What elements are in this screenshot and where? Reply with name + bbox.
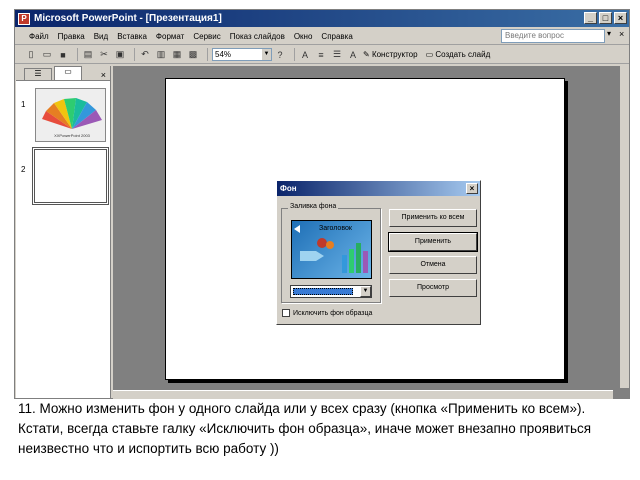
powerpoint-app-icon: P <box>18 12 30 25</box>
group-label: Заливка фона <box>288 203 339 210</box>
menu-tools[interactable]: Сервис <box>193 32 220 41</box>
dialog-close-button[interactable]: × <box>466 183 478 194</box>
chart-icon[interactable]: ▥ <box>155 49 167 61</box>
menu-help[interactable]: Справка <box>321 32 352 41</box>
font-color-icon[interactable]: A <box>347 49 359 61</box>
apply-button[interactable]: Применить <box>388 232 478 252</box>
menu-edit[interactable]: Правка <box>58 32 85 41</box>
thumb-caption: XXPowerPoint 2003 <box>54 133 91 138</box>
zoom-select[interactable]: 54% ▼ <box>212 48 272 61</box>
open-icon[interactable]: ▭ <box>41 49 53 61</box>
menu-format[interactable]: Формат <box>156 32 184 41</box>
new-icon[interactable]: ▯ <box>25 49 37 61</box>
design-label: Конструктор <box>371 50 418 59</box>
minimize-button[interactable]: _ <box>584 12 597 24</box>
tab-slides[interactable]: ▭ <box>54 66 82 80</box>
paste-icon[interactable]: ▣ <box>114 49 126 61</box>
background-fill-group: Заливка фона Заголовок ▼ <box>281 203 381 303</box>
new-slide-label: Создать слайд <box>435 50 491 59</box>
print-icon[interactable]: ▤ <box>82 49 94 61</box>
standard-toolbar: ▯ ▭ ■ ▤ ✂ ▣ ↶ ▥ ▦ ▩ 54% ▼ ? A ≡ ☰ A ✎ Кон… <box>15 46 629 64</box>
save-icon[interactable]: ■ <box>57 49 69 61</box>
slide-number-1: 1 <box>21 100 26 109</box>
menu-view[interactable]: Вид <box>94 32 108 41</box>
horizontal-scrollbar[interactable] <box>113 390 613 399</box>
menu-insert[interactable]: Вставка <box>117 32 147 41</box>
document-close-icon[interactable]: × <box>619 29 624 39</box>
slide-thumbnail-2[interactable] <box>32 147 109 205</box>
exclude-master-checkbox-row[interactable]: Исключить фон образца <box>282 309 372 317</box>
background-preview: Заголовок <box>291 220 372 279</box>
caption-text: 11. Можно изменить фон у одного слайда и… <box>14 399 630 471</box>
cut-icon[interactable]: ✂ <box>98 49 110 61</box>
maximize-button[interactable]: □ <box>599 12 612 24</box>
new-slide-button[interactable]: ▭ Создать слайд <box>426 50 491 59</box>
exclude-master-label: Исключить фон образца <box>293 309 373 317</box>
title-bar: P Microsoft PowerPoint - [Презентация1] … <box>15 10 629 27</box>
menu-slideshow[interactable]: Показ слайдов <box>230 32 285 41</box>
vertical-scrollbar[interactable] <box>620 66 629 388</box>
close-button[interactable]: × <box>614 12 627 24</box>
font-icon[interactable]: A <box>299 49 311 61</box>
apply-all-button[interactable]: Применить ко всем <box>389 209 477 227</box>
menu-file[interactable]: Файл <box>29 32 49 41</box>
window-title: Microsoft PowerPoint - [Презентация1] <box>34 13 222 24</box>
exclude-master-checkbox[interactable] <box>282 309 290 317</box>
grid-icon[interactable]: ▩ <box>187 49 199 61</box>
chevron-down-icon: ▼ <box>262 49 271 60</box>
dialog-title: Фон <box>280 184 297 193</box>
slides-panel: ☰ ▭ × 1 XXPowerPoint 2003 2 <box>16 66 111 398</box>
fan-image: XXPowerPoint 2003 <box>42 98 102 138</box>
fill-color-select[interactable]: ▼ <box>290 285 372 298</box>
slide-number-2: 2 <box>21 165 26 174</box>
table-icon[interactable]: ▦ <box>171 49 183 61</box>
preview-graphic <box>294 225 368 273</box>
tab-outline[interactable]: ☰ <box>24 68 52 80</box>
zoom-value: 54% <box>215 50 232 59</box>
design-icon: ✎ <box>363 50 370 59</box>
new-slide-icon: ▭ <box>425 50 434 59</box>
numbering-icon[interactable]: ☰ <box>331 49 343 61</box>
bullets-icon[interactable]: ≡ <box>315 49 327 61</box>
panel-close-icon[interactable]: × <box>101 70 106 80</box>
menu-window[interactable]: Окно <box>294 32 313 41</box>
slide-thumbnail-1[interactable]: XXPowerPoint 2003 <box>35 88 106 142</box>
cancel-button[interactable]: Отмена <box>389 256 477 274</box>
undo-icon[interactable]: ↶ <box>139 49 151 61</box>
preview-button[interactable]: Просмотр <box>389 279 477 297</box>
help-icon[interactable]: ? <box>274 49 286 61</box>
background-dialog: Фон × Заливка фона Заголовок ▼ Исключить… <box>276 180 481 325</box>
dialog-title-bar: Фон × <box>277 181 480 196</box>
help-dropdown-icon[interactable]: ▾ <box>607 29 611 38</box>
design-button[interactable]: ✎ Конструктор <box>363 50 418 59</box>
chevron-down-icon[interactable]: ▼ <box>360 286 371 297</box>
stage: P Microsoft PowerPoint - [Презентация1] … <box>0 0 640 480</box>
fill-color-swatch <box>293 288 353 295</box>
help-question-input[interactable]: Введите вопрос <box>501 29 605 43</box>
